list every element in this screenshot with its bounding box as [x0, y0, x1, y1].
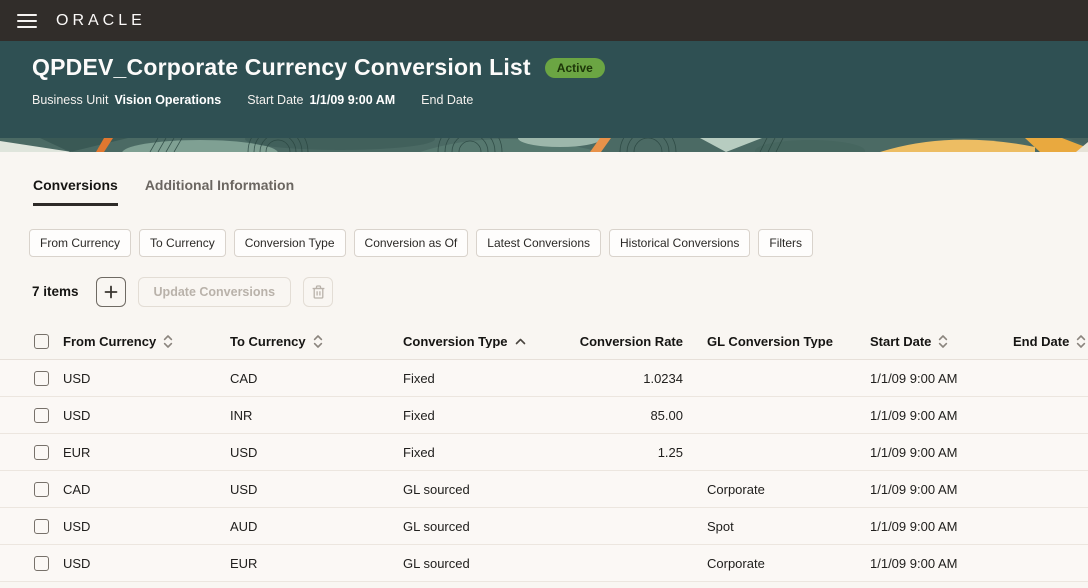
row-checkbox[interactable] [34, 445, 49, 460]
cell-conversion-type: Fixed [403, 371, 553, 386]
add-button[interactable] [96, 277, 126, 307]
column-header-start-date[interactable]: Start Date [870, 334, 1013, 349]
cell-start-date: 1/1/09 9:00 AM [870, 482, 1013, 497]
sort-ascending-icon [515, 338, 526, 345]
delete-button[interactable] [303, 277, 333, 307]
cell-from: CAD [63, 482, 230, 497]
cell-to: USD [230, 482, 403, 497]
cell-conversion-type: GL sourced [403, 519, 553, 534]
cell-conversion-type: Fixed [403, 445, 553, 460]
column-header-conversion-rate: Conversion Rate [553, 335, 683, 348]
table-row: EURUSDFixed1.25 1/1/09 9:00 AM [0, 434, 1088, 471]
cell-conversion-type: Fixed [403, 408, 553, 423]
filter-chip-conversion-as-of[interactable]: Conversion as Of [354, 229, 469, 257]
cell-to: INR [230, 408, 403, 423]
cell-from: EUR [63, 445, 230, 460]
decorative-banner-strip [0, 138, 1088, 152]
column-header-conversion-type[interactable]: Conversion Type [403, 335, 553, 348]
items-count: 7 items [32, 284, 79, 299]
status-badge: Active [545, 58, 605, 78]
sort-both-icon [1076, 334, 1086, 349]
conversions-table: From CurrencyTo CurrencyConversion TypeC… [0, 323, 1088, 582]
filter-chip-filters[interactable]: Filters [758, 229, 813, 257]
filter-chip-latest-conversions[interactable]: Latest Conversions [476, 229, 601, 257]
table-row: USDEURGL sourced Corporate1/1/09 9:00 AM [0, 545, 1088, 582]
select-all-checkbox[interactable] [34, 334, 49, 349]
sort-both-icon [938, 334, 948, 349]
filter-chip-conversion-type[interactable]: Conversion Type [234, 229, 346, 257]
row-checkbox[interactable] [34, 556, 49, 571]
sort-both-icon [163, 334, 173, 349]
cell-conversion-type: GL sourced [403, 556, 553, 571]
cell-to: AUD [230, 519, 403, 534]
cell-from: USD [63, 519, 230, 534]
tab-additional-information[interactable]: Additional Information [145, 177, 294, 206]
cell-to: CAD [230, 371, 403, 386]
column-header-to-currency[interactable]: To Currency [230, 334, 403, 349]
business-unit-label: Business Unit [32, 93, 108, 107]
trash-icon [311, 284, 326, 300]
update-conversions-button[interactable]: Update Conversions [138, 277, 292, 307]
table-row: USDAUDGL sourced Spot1/1/09 9:00 AM [0, 508, 1088, 545]
row-checkbox[interactable] [34, 519, 49, 534]
row-checkbox[interactable] [34, 371, 49, 386]
cell-start-date: 1/1/09 9:00 AM [870, 371, 1013, 386]
page-header: QPDEV_Corporate Currency Conversion List… [0, 41, 1088, 138]
cell-rate: 1.0234 [553, 371, 683, 386]
table-row: USDCADFixed1.0234 1/1/09 9:00 AM [0, 360, 1088, 397]
column-header-gl-conversion-type: GL Conversion Type [683, 335, 870, 348]
plus-icon [104, 285, 118, 299]
row-checkbox[interactable] [34, 408, 49, 423]
tab-bar: Conversions Additional Information [0, 177, 1088, 206]
table-header: From CurrencyTo CurrencyConversion TypeC… [0, 323, 1088, 360]
filter-chip-historical-conversions[interactable]: Historical Conversions [609, 229, 750, 257]
business-unit-value: Vision Operations [114, 93, 221, 107]
leaf-pattern-graphic [0, 138, 1088, 152]
cell-gl-type: Spot [683, 519, 870, 534]
hamburger-menu-icon[interactable] [17, 14, 37, 28]
start-date-label: Start Date [247, 93, 303, 107]
cell-from: USD [63, 371, 230, 386]
cell-start-date: 1/1/09 9:00 AM [870, 556, 1013, 571]
column-header-end-date[interactable]: End Date [1013, 334, 1088, 349]
table-body: USDCADFixed1.02341/1/09 9:00 AMUSDINRFix… [0, 360, 1088, 582]
cell-rate: 1.25 [553, 445, 683, 460]
table-toolbar: 7 items Update Conversions [0, 276, 1088, 307]
cell-conversion-type: GL sourced [403, 482, 553, 497]
table-row: USDINRFixed85.00 1/1/09 9:00 AM [0, 397, 1088, 434]
row-checkbox[interactable] [34, 482, 49, 497]
column-header-from-currency[interactable]: From Currency [63, 334, 230, 349]
cell-start-date: 1/1/09 9:00 AM [870, 445, 1013, 460]
cell-gl-type: Corporate [683, 556, 870, 571]
header-meta: Business Unit Vision Operations Start Da… [32, 93, 1056, 107]
tab-conversions[interactable]: Conversions [33, 177, 118, 206]
cell-from: USD [63, 408, 230, 423]
start-date-value: 1/1/09 9:00 AM [309, 93, 395, 107]
cell-from: USD [63, 556, 230, 571]
page-title: QPDEV_Corporate Currency Conversion List [32, 54, 531, 81]
app-topbar: ORACLE [0, 0, 1088, 41]
cell-to: USD [230, 445, 403, 460]
oracle-logo: ORACLE [56, 12, 146, 30]
filter-chip-from-currency[interactable]: From Currency [29, 229, 131, 257]
cell-gl-type: Corporate [683, 482, 870, 497]
table-row: CADUSDGL sourced Corporate1/1/09 9:00 AM [0, 471, 1088, 508]
sort-both-icon [313, 334, 323, 349]
cell-start-date: 1/1/09 9:00 AM [870, 408, 1013, 423]
filter-chip-to-currency[interactable]: To Currency [139, 229, 226, 257]
filter-chip-row: From Currency To Currency Conversion Type C… [0, 229, 1088, 257]
cell-rate: 85.00 [553, 408, 683, 423]
cell-start-date: 1/1/09 9:00 AM [870, 519, 1013, 534]
cell-to: EUR [230, 556, 403, 571]
end-date-label: End Date [421, 93, 473, 107]
